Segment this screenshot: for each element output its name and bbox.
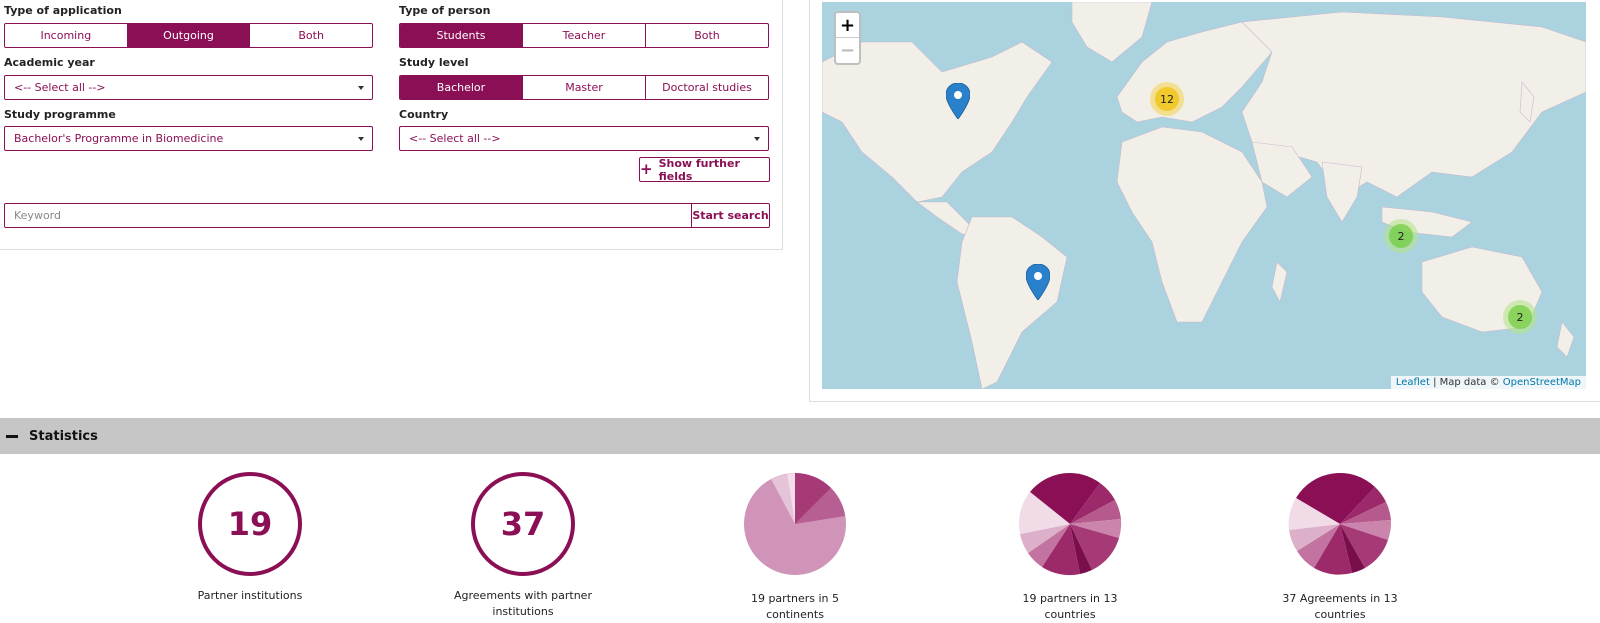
map-attribution: Leaflet | Map data © OpenStreetMap	[1390, 376, 1586, 389]
country-label: Country	[399, 108, 449, 121]
dropdown-caret-icon	[358, 86, 364, 90]
person-students-option[interactable]: Students	[400, 24, 523, 47]
study-level-label: Study level	[399, 56, 469, 69]
type-of-person-label: Type of person	[399, 4, 491, 17]
stat-agreements-countries: 37 Agreements in 13 countries	[1270, 472, 1410, 623]
study-programme-select[interactable]: Bachelor's Programme in Biomedicine	[4, 126, 373, 151]
academic-year-label: Academic year	[4, 56, 95, 69]
world-map-tiles	[822, 2, 1586, 389]
agreements-countries-caption-line1: 37 Agreements in 13	[1282, 592, 1398, 605]
dropdown-caret-icon	[754, 137, 760, 141]
statistics-title: Statistics	[29, 428, 98, 444]
country-select[interactable]: <-- Select all -->	[399, 126, 769, 151]
partner-institutions-caption: Partner institutions	[197, 589, 303, 602]
stat-partners-continents: 19 partners in 5 continents	[735, 472, 855, 623]
show-further-fields-button[interactable]: + Show further fields	[639, 156, 770, 183]
zoom-out-button[interactable]: −	[836, 38, 859, 63]
type-of-person-toggle: Students Teacher Both	[399, 23, 769, 48]
zoom-in-button[interactable]: +	[836, 13, 859, 38]
continents-pie-chart[interactable]	[743, 472, 847, 576]
countries-pie-chart[interactable]	[1018, 472, 1122, 576]
leaflet-link[interactable]: Leaflet	[1396, 377, 1430, 388]
stat-agreements: 37 Agreements with partner institutions	[423, 472, 623, 620]
academic-year-value: <-- Select all -->	[14, 81, 106, 94]
type-of-application-label: Type of application	[4, 4, 122, 17]
country-value: <-- Select all -->	[409, 132, 501, 145]
openstreetmap-link[interactable]: OpenStreetMap	[1503, 377, 1581, 388]
level-master-option[interactable]: Master	[523, 76, 646, 99]
application-incoming-option[interactable]: Incoming	[5, 24, 128, 47]
location-marker-icon[interactable]	[946, 83, 970, 119]
level-doctoral-option[interactable]: Doctoral studies	[646, 76, 768, 99]
agreements-countries-caption-line2: countries	[1314, 608, 1366, 621]
application-both-option[interactable]: Both	[250, 24, 372, 47]
person-both-option[interactable]: Both	[646, 24, 768, 47]
keyword-input[interactable]	[5, 204, 691, 227]
location-marker-icon[interactable]	[1026, 264, 1050, 300]
agreements-count: 37	[471, 472, 575, 576]
academic-year-select[interactable]: <-- Select all -->	[4, 75, 373, 100]
cluster-count: 2	[1508, 305, 1532, 329]
countries-caption-line1: 19 partners in 13	[1022, 592, 1118, 605]
agreements-countries-pie-chart[interactable]	[1288, 472, 1392, 576]
marker-cluster[interactable]: 2	[1384, 219, 1418, 253]
study-programme-label: Study programme	[4, 108, 116, 121]
countries-caption-line2: countries	[1044, 608, 1096, 621]
start-search-button[interactable]: Start search	[691, 204, 769, 227]
continents-caption-line1: 19 partners in 5	[750, 592, 840, 605]
person-teacher-option[interactable]: Teacher	[523, 24, 646, 47]
partner-institutions-count: 19	[198, 472, 302, 576]
study-programme-value: Bachelor's Programme in Biomedicine	[14, 132, 224, 145]
cluster-count: 12	[1155, 87, 1179, 111]
marker-cluster[interactable]: 2	[1503, 300, 1537, 334]
type-of-application-toggle: Incoming Outgoing Both	[4, 23, 373, 48]
statistics-toggle[interactable]: Statistics	[0, 418, 1600, 454]
attribution-text: | Map data ©	[1433, 377, 1500, 388]
marker-cluster[interactable]: 12	[1150, 82, 1184, 116]
zoom-control: + −	[834, 11, 861, 65]
stat-partner-institutions: 19 Partner institutions	[180, 472, 320, 604]
show-further-fields-label: Show further fields	[658, 156, 740, 183]
study-level-toggle: Bachelor Master Doctoral studies	[399, 75, 769, 100]
cluster-count: 2	[1389, 224, 1413, 248]
minus-icon	[6, 434, 18, 438]
partner-map[interactable]: 12 2 2 + − Leaflet | Map data © OpenStre…	[822, 2, 1586, 389]
agreements-caption: Agreements with partner institutions	[454, 589, 592, 618]
stat-partners-countries: 19 partners in 13 countries	[1010, 472, 1130, 623]
keyword-search: Start search	[4, 203, 770, 228]
dropdown-caret-icon	[358, 137, 364, 141]
level-bachelor-option[interactable]: Bachelor	[400, 76, 523, 99]
application-outgoing-option[interactable]: Outgoing	[127, 24, 251, 47]
plus-icon: +	[640, 160, 653, 178]
continents-caption-line2: continents	[766, 608, 824, 621]
